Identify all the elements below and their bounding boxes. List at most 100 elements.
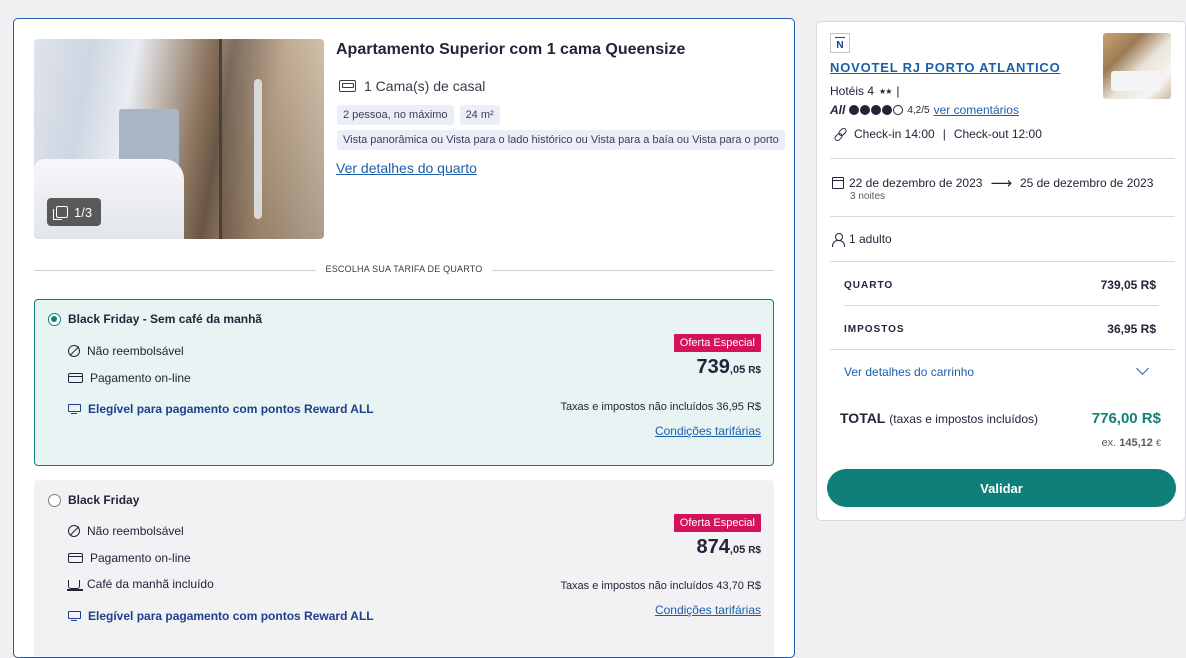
total-note: (taxas e impostos incluídos) bbox=[889, 412, 1038, 426]
feature-online-payment: Pagamento on-line bbox=[68, 371, 191, 385]
rating-score: 4,2/5 bbox=[907, 104, 930, 116]
category-label: Hotéis 4 bbox=[830, 84, 875, 98]
rate-name: Black Friday bbox=[68, 493, 140, 507]
rate-price: 874 ,05 R$ bbox=[697, 536, 761, 559]
tax-line-label: IMPOSTOS bbox=[844, 324, 905, 335]
rate-option-black-friday[interactable]: Black Friday Não reembolsável Pagamento … bbox=[34, 480, 774, 657]
bed-info: 1 Cama(s) de casal bbox=[339, 78, 485, 94]
rating-dot-filled bbox=[882, 105, 893, 115]
booking-summary: N NOVOTEL RJ PORTO ATLANTICO Hotéis 4 ★★… bbox=[816, 21, 1186, 521]
divider bbox=[830, 349, 1175, 350]
validate-button[interactable]: Validar bbox=[827, 469, 1176, 507]
stay-dates: 22 de dezembro de 2023 ⟶ 25 de dezembro … bbox=[832, 174, 1153, 192]
reward-icon bbox=[68, 611, 81, 621]
feature-label: Não reembolsável bbox=[87, 344, 184, 358]
checkin-time: Check-in 14:00 bbox=[854, 127, 935, 141]
date-from: 22 de dezembro de 2023 bbox=[849, 176, 983, 190]
divider bbox=[830, 261, 1175, 262]
ex-value: 145,12 bbox=[1119, 437, 1153, 449]
bed-label: 1 Cama(s) de casal bbox=[364, 78, 486, 94]
photo-counter-button[interactable]: 1/3 bbox=[47, 198, 102, 226]
view-chips: Vista panorâmica ou Vista para o lado hi… bbox=[337, 130, 785, 150]
link-icon bbox=[834, 128, 846, 140]
rate-price: 739 ,05 R$ bbox=[697, 356, 761, 379]
feature-online-payment: Pagamento on-line bbox=[68, 551, 191, 565]
rate-radio[interactable] bbox=[48, 494, 61, 507]
feature-label: Café da manhã incluído bbox=[87, 577, 214, 591]
ex-currency: € bbox=[1155, 438, 1161, 448]
feature-breakfast: Café da manhã incluído bbox=[67, 577, 214, 591]
feature-label: Pagamento on-line bbox=[90, 371, 191, 385]
rating-dot-filled bbox=[860, 105, 871, 115]
novotel-logo: N bbox=[830, 33, 850, 53]
chevron-down-icon[interactable] bbox=[1136, 362, 1149, 375]
room-title: Apartamento Superior com 1 cama Queensiz… bbox=[336, 41, 686, 58]
total-title: TOTAL bbox=[840, 410, 886, 426]
divider bbox=[830, 216, 1175, 217]
feature-non-refundable: Não reembolsável bbox=[68, 524, 184, 538]
rating-dot-empty bbox=[893, 105, 904, 115]
feature-label: Pagamento on-line bbox=[90, 551, 191, 565]
total-euro-equivalent: ex. 145,12 € bbox=[1102, 437, 1161, 449]
special-offer-badge: Oferta Especial bbox=[673, 514, 761, 532]
view-chip: Vista panorâmica ou Vista para o lado hi… bbox=[337, 130, 785, 150]
room-photo[interactable]: 1/3 bbox=[34, 39, 324, 239]
rate-option-black-friday-no-breakfast[interactable]: Black Friday - Sem café da manhã Não ree… bbox=[34, 299, 774, 466]
price-decimal: ,05 bbox=[729, 544, 746, 556]
calendar-icon bbox=[832, 177, 844, 189]
room-line-price: 739,05 R$ bbox=[1100, 278, 1156, 292]
room-chips: 2 pessoa, no máximo 24 m² bbox=[337, 105, 500, 125]
taxes-note: Taxas e impostos não incluídos 36,95 R$ bbox=[560, 401, 761, 413]
rate-name: Black Friday - Sem café da manhã bbox=[68, 312, 263, 326]
price-currency: R$ bbox=[748, 365, 761, 376]
price-decimal: ,05 bbox=[729, 364, 746, 376]
user-icon bbox=[832, 232, 845, 247]
rate-conditions-link[interactable]: Condições tarifárias bbox=[655, 424, 761, 438]
divider bbox=[830, 158, 1175, 159]
arrow-right-icon: ⟶ bbox=[990, 175, 1012, 192]
guest-count: 1 adulto bbox=[832, 232, 892, 247]
total-price: 776,00 R$ bbox=[1091, 410, 1161, 427]
tax-line-price: 36,95 R$ bbox=[1107, 322, 1156, 336]
photo-shower-glass bbox=[219, 39, 324, 239]
cart-details-link[interactable]: Ver detalhes do carrinho bbox=[844, 365, 974, 379]
hotel-name-link[interactable]: NOVOTEL RJ PORTO ATLANTICO bbox=[830, 60, 1061, 75]
rate-section-label: ESCOLHA SUA TARIFA DE QUARTO bbox=[315, 264, 493, 274]
gallery-icon bbox=[53, 206, 68, 220]
no-refund-icon bbox=[68, 345, 80, 357]
rating-dot-filled bbox=[849, 105, 860, 115]
feature-reward-all: Elegível para pagamento com pontos Rewar… bbox=[68, 609, 374, 623]
room-line-label: QUARTO bbox=[844, 280, 894, 291]
rate-conditions-link[interactable]: Condições tarifárias bbox=[655, 603, 761, 617]
rating-dots bbox=[849, 105, 904, 115]
total-label: TOTAL (taxas e impostos incluídos) bbox=[840, 410, 1038, 426]
reward-label: Elegível para pagamento com pontos Rewar… bbox=[88, 609, 374, 623]
rate-radio-selected[interactable] bbox=[48, 313, 61, 326]
price-currency: R$ bbox=[748, 545, 761, 556]
hotel-category: Hotéis 4 ★★ | bbox=[830, 84, 900, 98]
nights-count: 3 noites bbox=[850, 191, 886, 202]
photo-counter-label: 1/3 bbox=[74, 204, 93, 220]
reward-icon bbox=[68, 404, 81, 414]
room-details-link[interactable]: Ver detalhes do quarto bbox=[336, 160, 477, 176]
feature-non-refundable: Não reembolsável bbox=[68, 344, 184, 358]
date-to: 25 de dezembro de 2023 bbox=[1019, 176, 1154, 190]
divider bbox=[844, 305, 1159, 306]
taxes-note: Taxas e impostos não incluídos 43,70 R$ bbox=[560, 580, 761, 592]
rate-divider: ESCOLHA SUA TARIFA DE QUARTO bbox=[34, 264, 774, 274]
photo-shower-head bbox=[254, 79, 262, 219]
rating-dot-filled bbox=[871, 105, 882, 115]
reward-label: Elegível para pagamento com pontos Rewar… bbox=[88, 402, 374, 416]
hotel-rating: All 4,2/5 ver comentários bbox=[830, 103, 1019, 117]
special-offer-badge: Oferta Especial bbox=[673, 334, 761, 352]
star-icon: ★★ bbox=[879, 86, 892, 96]
credit-card-icon bbox=[68, 553, 83, 563]
credit-card-icon bbox=[68, 373, 83, 383]
price-integer: 739 bbox=[696, 356, 730, 378]
reviews-link[interactable]: ver comentários bbox=[934, 103, 1019, 117]
ex-prefix: ex. bbox=[1101, 437, 1117, 449]
separator: | bbox=[942, 127, 946, 141]
hotel-thumbnail[interactable] bbox=[1103, 33, 1171, 99]
coffee-cup-icon bbox=[67, 579, 83, 591]
guests-label: 1 adulto bbox=[849, 232, 892, 246]
